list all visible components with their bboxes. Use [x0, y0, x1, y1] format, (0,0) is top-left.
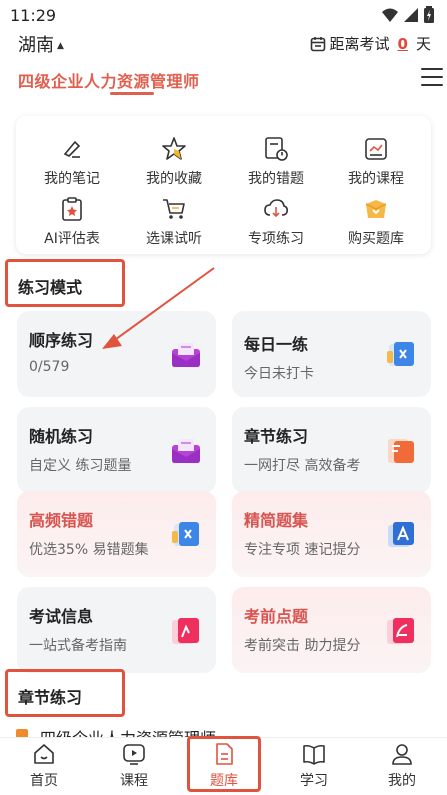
blue-sheet-icon [387, 342, 414, 366]
mode-card-concise-set[interactable]: 精简题集 专注专项 速记提分 [232, 491, 431, 577]
menu-icon[interactable] [421, 68, 443, 86]
mode-subtitle: 专注专项 速记提分 [244, 542, 361, 558]
tab-label: 我的 [388, 773, 416, 789]
shortcut-ai-assessment[interactable]: AI评估表 [22, 196, 122, 252]
mode-subtitle: 一站式备考指南 [29, 638, 127, 654]
shortcut-wrong-questions[interactable]: 我的错题 [226, 136, 326, 192]
user-icon [392, 744, 412, 765]
status-bar: 11:29 [0, 0, 447, 30]
course-icon [365, 138, 387, 160]
signal-icon [404, 8, 418, 22]
tab-profile[interactable]: 我的 [372, 742, 432, 794]
tab-courses[interactable]: 课程 [104, 742, 164, 794]
app-title[interactable]: 四级企业人力资源管理师 [18, 68, 200, 92]
tab-label: 课程 [120, 773, 148, 789]
clipboard-icon [62, 197, 82, 221]
region-selector[interactable]: 湖南 ▲ [18, 31, 64, 57]
orange-book-icon [388, 439, 414, 463]
home-icon [34, 744, 54, 764]
mode-title: 每日一练 [244, 335, 309, 354]
tab-label: 学习 [300, 773, 328, 789]
mode-title: 章节练习 [244, 427, 309, 446]
mode-card-sequential[interactable]: 顺序练习 0/579 [17, 311, 216, 397]
shortcut-label: 我的错题 [248, 171, 304, 187]
shortcut-notes[interactable]: 我的笔记 [22, 136, 122, 192]
shortcut-courses[interactable]: 我的课程 [326, 136, 426, 192]
tab-label: 首页 [30, 773, 58, 789]
purple-envelope-icon [172, 439, 200, 463]
blue-card-icon [388, 522, 414, 547]
mode-subtitle: 今日未打卡 [244, 366, 314, 382]
mode-title: 随机练习 [29, 427, 94, 446]
shortcut-card: 我的笔记 我的收藏 我的错题 我的课程 AI评估表 选课试听 专项练习 购买题库 [16, 116, 431, 254]
mode-title: 精简题集 [244, 511, 309, 530]
shortcut-label: 选课试听 [146, 231, 202, 247]
gift-box-icon [365, 200, 387, 218]
blue-sheet-icon [172, 522, 199, 546]
mode-subtitle: 自定义 练习题量 [29, 458, 132, 474]
calendar-icon [310, 36, 325, 51]
star-icon [162, 137, 186, 160]
pink-card-icon [387, 618, 414, 644]
tab-home[interactable]: 首页 [14, 742, 74, 794]
play-icon [123, 744, 145, 765]
section-title: 练习模式 [18, 278, 83, 297]
pink-card-icon [172, 618, 199, 644]
countdown-suffix: 天 [415, 35, 431, 53]
caret-down-icon: ▲ [57, 41, 64, 51]
mode-title: 考前点题 [244, 607, 309, 626]
shortcut-label: 我的笔记 [44, 171, 100, 187]
status-time: 11:29 [10, 6, 57, 25]
shortcut-buy-bank[interactable]: 购买题库 [326, 196, 426, 252]
header-row: 湖南 ▲ 距离考试 0 天 [0, 30, 447, 58]
battery-icon [424, 6, 434, 23]
mode-card-random[interactable]: 随机练习 自定义 练习题量 [17, 407, 216, 493]
shortcut-label: 我的课程 [348, 171, 404, 187]
mode-card-frequent-errors[interactable]: 高频错题 优选35% 易错题集 [17, 491, 216, 577]
practice-section-header: 练习模式 [5, 259, 125, 307]
mode-subtitle: 0/579 [29, 359, 70, 375]
title-row: 四级企业人力资源管理师 [0, 62, 447, 98]
mode-title: 顺序练习 [29, 331, 94, 350]
mode-card-chapter[interactable]: 章节练习 一网打尽 高效备考 [232, 407, 431, 493]
book-icon [303, 744, 325, 765]
countdown-prefix: 距离考试 [329, 35, 390, 53]
shortcut-label: AI评估表 [44, 231, 100, 247]
mode-card-daily[interactable]: 每日一练 今日未打卡 [232, 311, 431, 397]
status-icons [381, 6, 435, 24]
mode-card-exam-info[interactable]: 考试信息 一站式备考指南 [17, 587, 216, 673]
mode-subtitle: 考前突击 助力提分 [244, 638, 361, 654]
mode-subtitle: 一网打尽 高效备考 [244, 458, 361, 474]
shortcut-trial-class[interactable]: 选课试听 [124, 196, 224, 252]
download-cloud-icon [264, 199, 288, 218]
shortcut-favorites[interactable]: 我的收藏 [124, 136, 224, 192]
wrong-questions-icon [265, 137, 288, 161]
wifi-icon [382, 8, 398, 22]
mode-card-pre-exam[interactable]: 考前点题 考前突击 助力提分 [232, 587, 431, 673]
title-underline [110, 92, 154, 95]
countdown-days: 0 [397, 34, 408, 53]
chapter-bullet-icon [16, 729, 28, 737]
shortcut-label: 专项练习 [248, 231, 304, 247]
shortcut-label: 购买题库 [348, 231, 404, 247]
region-label: 湖南 [18, 35, 54, 56]
mode-title: 高频错题 [29, 511, 94, 530]
cart-icon [163, 199, 185, 219]
note-pen-icon [63, 140, 81, 158]
exam-countdown[interactable]: 距离考试 0 天 [310, 33, 431, 54]
shortcut-label: 我的收藏 [146, 171, 202, 187]
mode-title: 考试信息 [29, 607, 94, 626]
tab-study[interactable]: 学习 [284, 742, 344, 794]
chapter-section-header: 章节练习 [5, 669, 125, 717]
purple-envelope-icon [172, 343, 200, 367]
section-title: 章节练习 [18, 688, 83, 707]
shortcut-special-practice[interactable]: 专项练习 [226, 196, 326, 252]
mode-subtitle: 优选35% 易错题集 [29, 542, 149, 558]
active-tab-highlight [187, 736, 261, 792]
